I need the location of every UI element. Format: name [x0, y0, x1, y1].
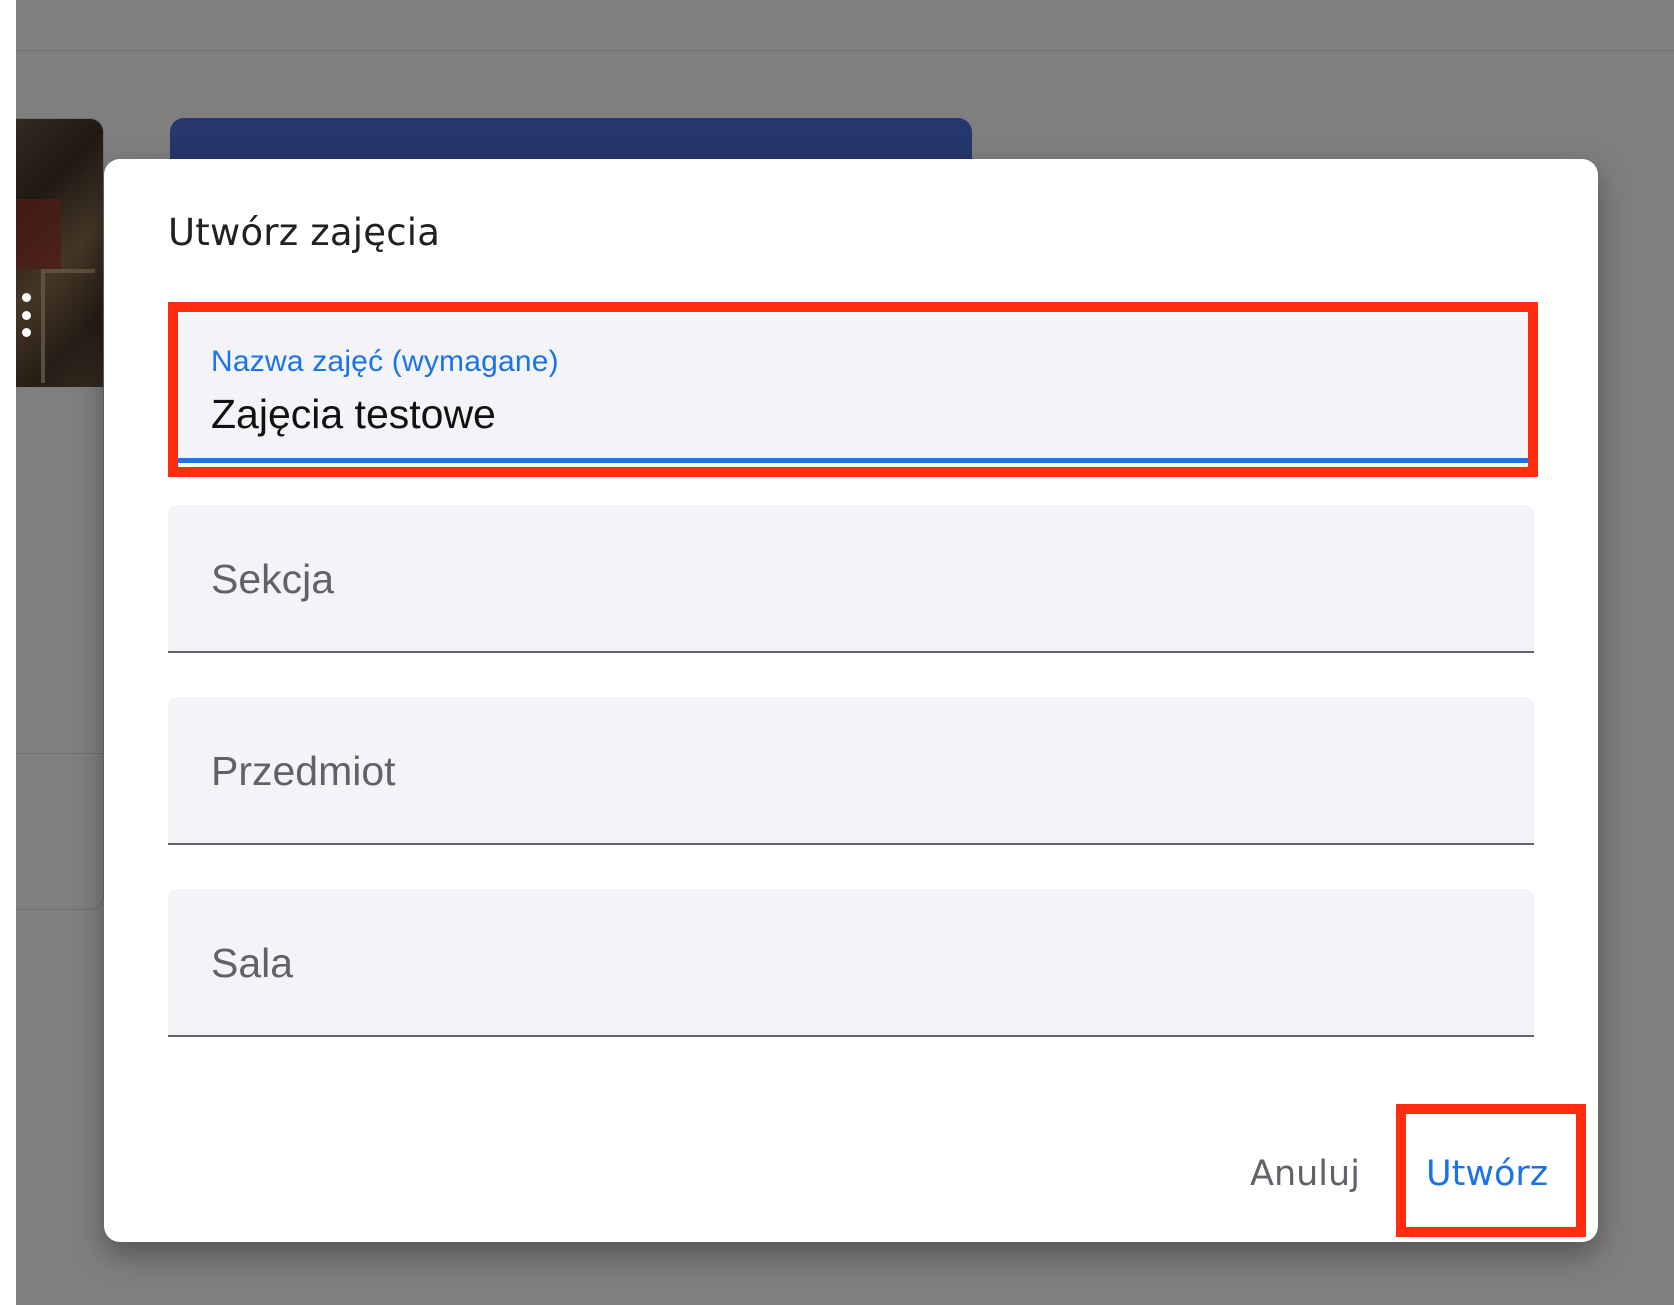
section-input[interactable] [211, 549, 1504, 609]
room-field[interactable] [168, 889, 1534, 1037]
subject-input[interactable] [211, 741, 1504, 801]
class-name-field[interactable]: Nazwa zajęć (wymagane) [168, 313, 1534, 463]
left-edge-strip [0, 0, 16, 1305]
class-name-label: Nazwa zajęć (wymagane) [211, 345, 559, 378]
create-class-dialog: Utwórz zajęcia Nazwa zajęć (wymagane) [104, 159, 1598, 1242]
class-name-input[interactable] [211, 389, 1504, 439]
dialog-title: Utwórz zajęcia [168, 211, 441, 254]
cancel-button[interactable]: Anuluj [1234, 1145, 1376, 1204]
more-vert-icon [21, 293, 31, 337]
subject-field[interactable] [168, 697, 1534, 845]
section-field[interactable] [168, 505, 1534, 653]
create-button[interactable]: Utwórz [1410, 1145, 1564, 1204]
room-input[interactable] [211, 933, 1504, 993]
page: Utwórz zajęcia Nazwa zajęć (wymagane) An… [0, 0, 1674, 1305]
